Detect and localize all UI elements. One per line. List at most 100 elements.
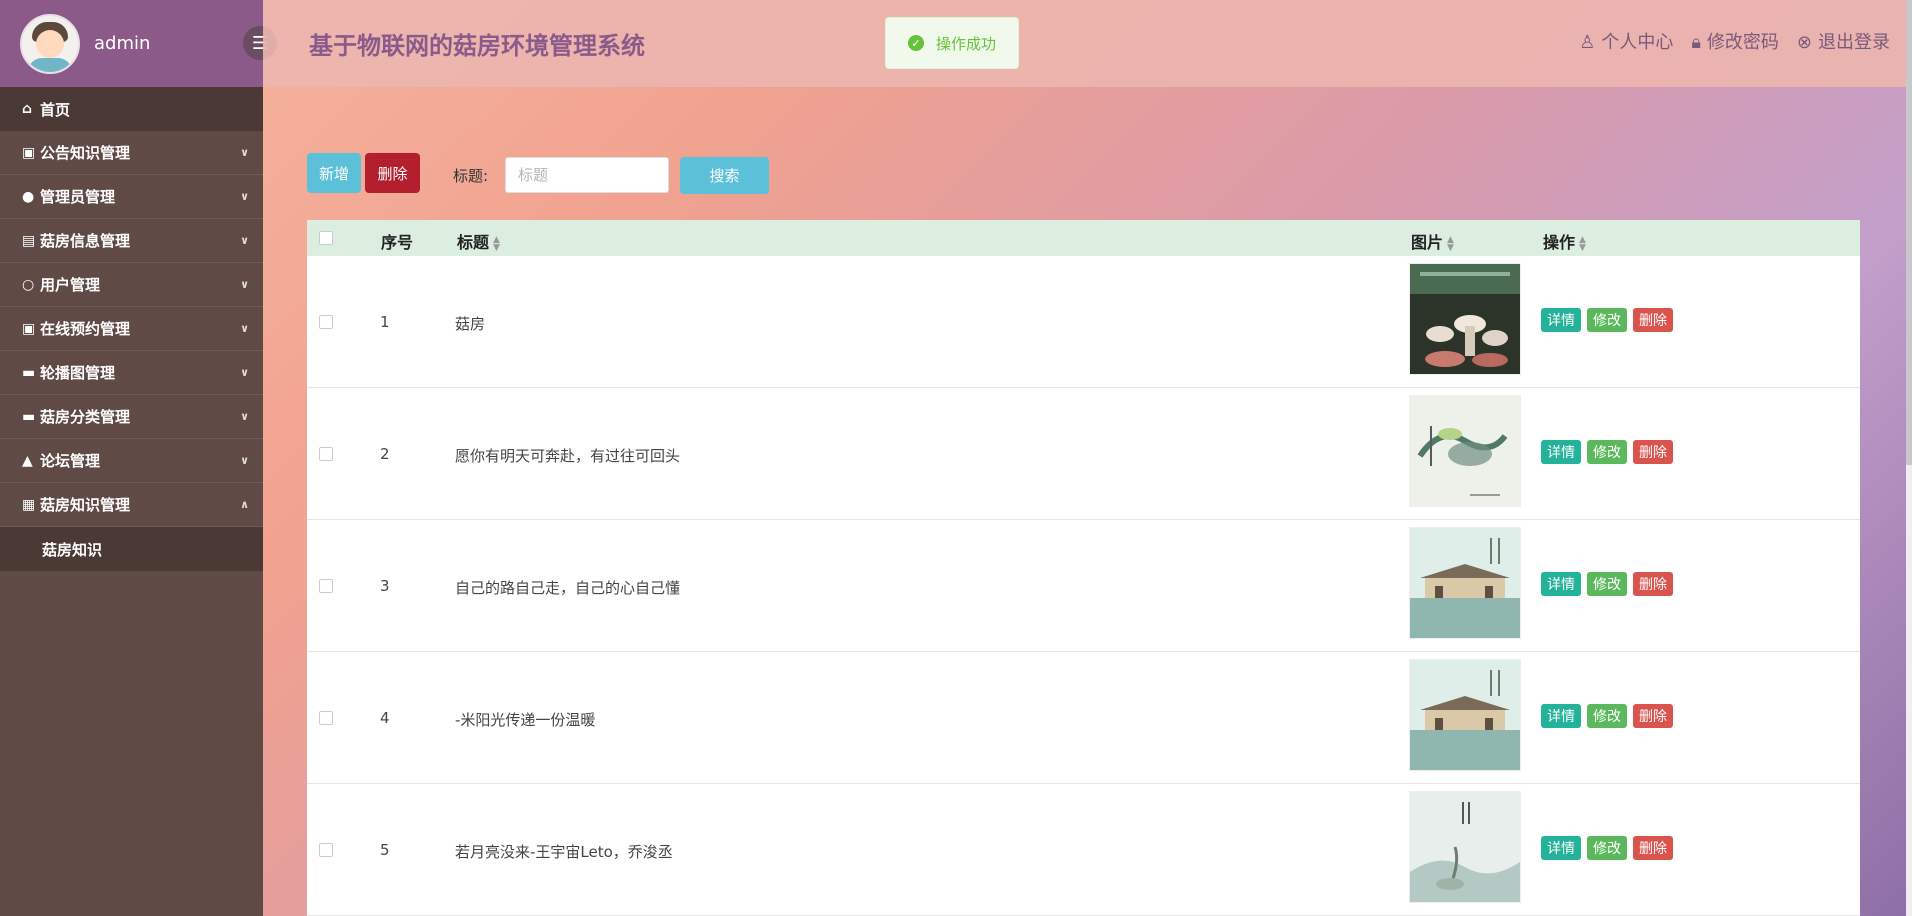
data-table: 序号 标题 ▲ ▼ 图片 ▲ ▼ 操作 ▲ ▼ 1 菇房 详情 修改 删除 2 … <box>307 220 1860 916</box>
sidebar-item-room-info[interactable]: ▤ 菇房信息管理 ∨ <box>0 219 263 263</box>
row-image <box>1409 659 1521 771</box>
search-label: 标题: <box>453 167 489 185</box>
batch-delete-button[interactable]: 删除 <box>365 153 420 193</box>
detail-button[interactable]: 详情 <box>1541 572 1581 596</box>
chevron-down-icon: ∨ <box>240 146 249 159</box>
edit-button[interactable]: 修改 <box>1587 836 1627 860</box>
edit-button[interactable]: 修改 <box>1587 572 1627 596</box>
bell-icon: ▲ <box>22 452 33 469</box>
user-icon: ● <box>22 188 35 205</box>
header-links: ♙ 个人中心 🔒︎ 修改密码 ⊗ 退出登录 <box>1579 28 1890 54</box>
personal-center-label: 个人中心 <box>1601 32 1674 53</box>
personal-center-link[interactable]: ♙ 个人中心 <box>1579 28 1673 54</box>
sidebar-item-label: 管理员管理 <box>40 188 116 206</box>
user-outline-icon: ♙ <box>1579 32 1596 53</box>
row-image <box>1409 791 1521 903</box>
row-checkbox[interactable] <box>319 843 333 857</box>
delete-button[interactable]: 删除 <box>1633 836 1673 860</box>
sidebar-item-forum[interactable]: ▲ 论坛管理 ∨ <box>0 439 263 483</box>
row-checkbox[interactable] <box>319 447 333 461</box>
chevron-down-icon: ∨ <box>240 190 249 203</box>
avatar[interactable] <box>20 13 80 74</box>
delete-button[interactable]: 删除 <box>1633 572 1673 596</box>
sidebar-item-category[interactable]: ▬ 菇房分类管理 ∨ <box>0 395 263 439</box>
sidebar-subitem-knowledge[interactable]: 菇房知识 <box>0 527 263 571</box>
user-outline-icon: ○ <box>22 276 35 293</box>
detail-button[interactable]: 详情 <box>1541 704 1581 728</box>
row-checkbox[interactable] <box>319 579 333 593</box>
sidebar-item-users[interactable]: ○ 用户管理 ∨ <box>0 263 263 307</box>
table-row: 4 -米阳光传递一份温暖 详情 修改 删除 <box>307 652 1860 784</box>
sidebar-item-label: 菇房信息管理 <box>40 232 131 250</box>
sidebar-item-notice[interactable]: ▣ 公告知识管理 ∨ <box>0 131 263 175</box>
table-row: 3 自己的路自己走，自己的心自己懂 详情 修改 删除 <box>307 520 1860 652</box>
sidebar-item-label: 菇房知识管理 <box>40 496 131 514</box>
table-row: 2 愿你有明天可奔赴，有过往可回头 详情 修改 删除 <box>307 388 1860 520</box>
row-actions: 详情 修改 删除 <box>1541 308 1673 332</box>
profile-bar: admin ☰ <box>0 0 277 87</box>
edit-button[interactable]: 修改 <box>1587 704 1627 728</box>
add-button[interactable]: 新增 <box>307 153 361 193</box>
scrollbar[interactable] <box>1906 0 1912 916</box>
row-checkbox[interactable] <box>319 315 333 329</box>
sidebar-item-admin[interactable]: ● 管理员管理 ∨ <box>0 175 263 219</box>
success-toast: ✓ 操作成功 <box>885 17 1019 69</box>
chevron-up-icon: ∧ <box>240 498 249 511</box>
table-row: 5 若月亮没来-王宇宙Leto，乔浚丞 详情 修改 删除 <box>307 784 1860 916</box>
row-title: 自己的路自己走，自己的心自己懂 <box>455 579 681 597</box>
row-index: 2 <box>380 445 390 463</box>
detail-button[interactable]: 详情 <box>1541 440 1581 464</box>
picture-icon: ▬ <box>22 364 36 381</box>
sidebar-item-booking[interactable]: ▣ 在线预约管理 ∨ <box>0 307 263 351</box>
page-title: 基于物联网的菇房环境管理系统 <box>309 32 645 60</box>
row-image <box>1409 527 1521 639</box>
change-password-label: 修改密码 <box>1706 32 1779 53</box>
delete-button[interactable]: 删除 <box>1633 308 1673 332</box>
sort-icon[interactable]: ▲ ▼ <box>1447 235 1454 252</box>
picture-icon: ▬ <box>22 408 36 425</box>
header-image-label: 图片 <box>1411 233 1444 252</box>
search-button[interactable]: 搜索 <box>680 157 769 194</box>
change-password-link[interactable]: 🔒︎ 修改密码 <box>1691 28 1779 54</box>
sort-icon[interactable]: ▲ ▼ <box>493 235 500 252</box>
toast-text: 操作成功 <box>936 34 997 53</box>
lock-icon: 🔒︎ <box>1691 32 1701 53</box>
header-title[interactable]: 标题 ▲ ▼ <box>457 229 500 253</box>
sidebar-item-label: 用户管理 <box>40 276 101 294</box>
header-action[interactable]: 操作 ▲ ▼ <box>1543 229 1586 253</box>
sidebar-item-knowledge[interactable]: ▦ 菇房知识管理 ∧ <box>0 483 263 527</box>
edit-button[interactable]: 修改 <box>1587 308 1627 332</box>
delete-button[interactable]: 删除 <box>1633 440 1673 464</box>
row-image <box>1409 263 1521 375</box>
grid-icon: ▦ <box>22 496 36 513</box>
row-index: 3 <box>380 577 390 595</box>
row-title: 若月亮没来-王宇宙Leto，乔浚丞 <box>455 843 673 861</box>
logout-link[interactable]: ⊗ 退出登录 <box>1797 28 1890 54</box>
row-image <box>1409 395 1521 507</box>
header-title-label: 标题 <box>457 233 490 252</box>
header-index: 序号 <box>381 233 414 252</box>
sidebar-item-carousel[interactable]: ▬ 轮播图管理 ∨ <box>0 351 263 395</box>
sidebar-item-label: 轮播图管理 <box>40 364 116 382</box>
detail-button[interactable]: 详情 <box>1541 308 1581 332</box>
chevron-down-icon: ∨ <box>240 278 249 291</box>
sidebar: admin ☰ ⌂ 首页 ▣ 公告知识管理 ∨ ● 管理员管理 ∨ ▤ 菇房信息… <box>0 0 277 916</box>
sidebar-subitem-label: 菇房知识 <box>42 540 103 559</box>
detail-button[interactable]: 详情 <box>1541 836 1581 860</box>
row-checkbox[interactable] <box>319 711 333 725</box>
search-input[interactable] <box>505 157 669 193</box>
delete-button[interactable]: 删除 <box>1633 704 1673 728</box>
row-index: 4 <box>380 709 390 727</box>
sidebar-item-label: 菇房分类管理 <box>40 408 131 426</box>
sidebar-item-label: 公告知识管理 <box>40 144 131 162</box>
sort-icon[interactable]: ▲ ▼ <box>1579 235 1586 252</box>
edit-button[interactable]: 修改 <box>1587 440 1627 464</box>
select-all-checkbox[interactable] <box>319 231 333 245</box>
scrollbar-thumb[interactable] <box>1906 0 1912 465</box>
top-header: 基于物联网的菇房环境管理系统 ✓ 操作成功 ♙ 个人中心 🔒︎ 修改密码 ⊗ 退出登录 <box>263 0 1912 87</box>
sidebar-item-label: 论坛管理 <box>40 452 101 470</box>
header-image[interactable]: 图片 ▲ ▼ <box>1411 229 1454 253</box>
chevron-down-icon: ∨ <box>240 322 249 335</box>
sidebar-item-home[interactable]: ⌂ 首页 <box>0 87 263 131</box>
home-icon: ⌂ <box>22 101 33 117</box>
